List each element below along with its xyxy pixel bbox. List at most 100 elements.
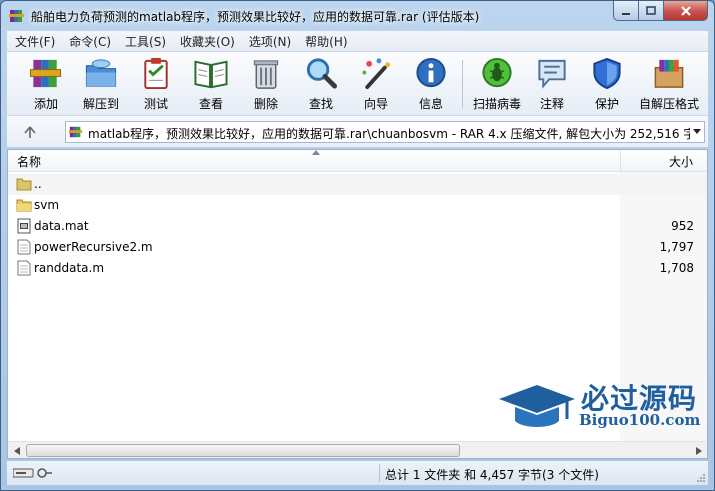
graduation-cap-icon [499, 385, 575, 427]
close-icon [680, 5, 691, 16]
delete-button[interactable]: 删除 [241, 56, 291, 112]
menu-file[interactable]: 文件(F) [7, 33, 61, 50]
resize-grip-icon[interactable] [696, 473, 706, 483]
watermark-subtitle: Biguo100.com [579, 411, 701, 429]
address-bar: matlab程序，预测效果比较好，应用的数据可靠.rar\chuanbosvm … [7, 115, 708, 147]
toolbar: 添加 解压到 测试 查看 删除 查找 向导 信息 扫描病毒 注释 保护 自解压格… [7, 51, 708, 115]
info-button[interactable]: 信息 [406, 56, 456, 112]
status-summary: 总计 1 文件夹 和 4,457 字节(3 个文件) [385, 468, 599, 482]
add-button[interactable]: 添加 [21, 56, 71, 112]
file-name: randdata.m [34, 261, 105, 275]
menu-options[interactable]: 选项(N) [241, 33, 297, 50]
delete-label: 删除 [253, 97, 278, 111]
drive-key-icon [13, 468, 52, 478]
magnifier-icon [306, 58, 338, 89]
up-folder-button[interactable] [15, 123, 45, 141]
file-name: powerRecursive2.m [34, 240, 153, 254]
file-name: data.mat [34, 219, 89, 233]
title-bar[interactable]: 船舶电力负荷预测的matlab程序，预测效果比较好，应用的数据可靠.rar (评… [1, 1, 714, 31]
maximize-icon [646, 5, 656, 15]
clipboard-check-icon [144, 57, 168, 90]
view-label: 查看 [198, 97, 223, 111]
wizard-button[interactable]: 向导 [351, 56, 401, 112]
extract-to-button[interactable]: 解压到 [76, 56, 126, 112]
folder-up-icon [16, 178, 32, 191]
chevron-down-icon [693, 129, 701, 134]
minimize-button[interactable] [613, 1, 639, 21]
toolbar-separator [462, 60, 463, 108]
file-size: 1,797 [659, 240, 694, 254]
virus-scan-label: 扫描病毒 [472, 97, 521, 111]
horizontal-scrollbar[interactable] [8, 441, 707, 458]
folder-icon [16, 199, 32, 212]
shield-icon [593, 57, 621, 90]
column-name-header[interactable]: 名称 [17, 153, 41, 170]
column-divider[interactable] [620, 150, 621, 172]
scroll-left-button[interactable] [8, 442, 25, 459]
winrar-app-icon [9, 10, 24, 22]
window-title: 船舶电力负荷预测的matlab程序，预测效果比较好，应用的数据可靠.rar (评… [31, 10, 480, 24]
winrar-window: 船舶电力负荷预测的matlab程序，预测效果比较好，应用的数据可靠.rar (评… [0, 0, 715, 491]
list-header: 名称 大小 [8, 150, 707, 172]
column-size-header[interactable]: 大小 [669, 153, 693, 170]
path-dropdown-button[interactable] [690, 122, 704, 142]
file-row[interactable]: data.mat 952 [8, 216, 707, 237]
watermark: 必过源码 Biguo100.com [497, 375, 707, 437]
status-separator [379, 464, 380, 482]
sfx-button[interactable]: 自解压格式 [639, 56, 699, 112]
sfx-label: 自解压格式 [639, 97, 700, 111]
sort-asc-icon [312, 150, 320, 155]
archive-icon [69, 126, 83, 138]
menu-commands[interactable]: 命令(C) [61, 33, 117, 50]
file-row[interactable]: powerRecursive2.m 1,797 [8, 237, 707, 258]
magic-wand-icon [362, 58, 391, 90]
find-button[interactable]: 查找 [296, 56, 346, 112]
sfx-box-icon [654, 59, 684, 88]
protect-label: 保护 [594, 97, 619, 111]
path-field[interactable]: matlab程序，预测效果比较好，应用的数据可靠.rar\chuanbosvm … [65, 121, 705, 143]
menu-favorites[interactable]: 收藏夹(O) [172, 33, 241, 50]
mat-file-icon [17, 218, 31, 234]
open-book-icon [194, 60, 228, 89]
close-button[interactable] [664, 1, 708, 21]
status-bar: 总计 1 文件夹 和 4,457 字节(3 个文件) [7, 461, 708, 485]
path-text: matlab程序，预测效果比较好，应用的数据可靠.rar\chuanbosvm … [88, 127, 705, 141]
extract-to-label: 解压到 [82, 97, 119, 111]
info-icon [416, 57, 446, 88]
test-button[interactable]: 测试 [131, 56, 181, 112]
books-stack-icon [29, 59, 62, 88]
file-size: 952 [671, 219, 694, 233]
virus-scan-button[interactable]: 扫描病毒 [472, 56, 522, 112]
add-label: 添加 [33, 97, 58, 111]
chevron-left-icon [13, 446, 20, 455]
menu-bar: 文件(F) 命令(C) 工具(S) 收藏夹(O) 选项(N) 帮助(H) [7, 31, 708, 51]
scroll-right-button[interactable] [690, 442, 707, 459]
maximize-button[interactable] [639, 1, 664, 21]
scroll-thumb[interactable] [26, 444, 460, 457]
protect-button[interactable]: 保护 [582, 56, 632, 112]
m-file-icon [17, 260, 31, 276]
chevron-right-icon [695, 446, 702, 455]
virus-scan-icon [482, 57, 512, 88]
arrow-up-icon [24, 126, 36, 138]
info-label: 信息 [418, 97, 443, 111]
view-button[interactable]: 查看 [186, 56, 236, 112]
trash-can-icon [253, 60, 279, 89]
comment-button[interactable]: 注释 [527, 56, 577, 112]
file-row[interactable]: svm [8, 195, 707, 216]
file-row[interactable]: randdata.m 1,708 [8, 258, 707, 279]
m-file-icon [17, 239, 31, 255]
minimize-icon [622, 12, 630, 15]
find-label: 查找 [308, 97, 333, 111]
wizard-label: 向导 [363, 97, 388, 111]
file-row-parent[interactable]: .. [8, 174, 707, 195]
comment-icon [538, 59, 566, 89]
test-label: 测试 [143, 97, 168, 111]
file-size: 1,708 [659, 261, 694, 275]
file-name: .. [34, 177, 42, 191]
comment-label: 注释 [539, 97, 564, 111]
folder-extract-icon [85, 59, 117, 87]
menu-help[interactable]: 帮助(H) [297, 33, 353, 50]
menu-tools[interactable]: 工具(S) [117, 33, 172, 50]
file-name: svm [34, 198, 60, 212]
